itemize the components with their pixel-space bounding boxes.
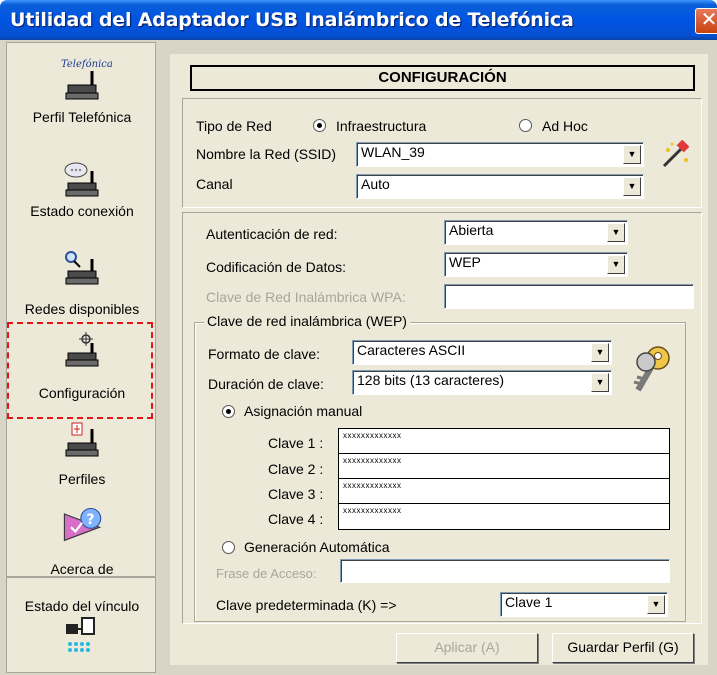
wep-group-label: Clave de red inalámbrica (WEP) — [204, 313, 410, 329]
svg-text:?: ? — [86, 512, 94, 528]
manual-assignment-radio[interactable] — [222, 405, 235, 418]
sidebar-item-label: Redes disponibles — [24, 301, 140, 317]
chevron-down-icon: ▼ — [591, 343, 609, 362]
link-status-label: Estado del vínculo — [24, 598, 140, 614]
adhoc-radio[interactable] — [519, 119, 532, 132]
channel-select[interactable]: Auto ▼ — [356, 174, 644, 199]
auto-generation-label: Generación Automática — [244, 539, 390, 555]
chevron-down-icon: ▼ — [607, 255, 625, 274]
sidebar-item-perfiles[interactable]: Perfiles — [7, 421, 157, 487]
about-icon: ? — [63, 507, 102, 542]
auth-label: Autenticación de red: — [206, 226, 338, 242]
sidebar-item-estado-conexion[interactable]: Estado conexión — [7, 161, 157, 219]
ssid-value: WLAN_39 — [361, 144, 425, 160]
sidebar-item-label: Estado conexión — [30, 203, 134, 219]
keys-icon — [633, 346, 670, 392]
page-title: CONFIGURACIÓN — [190, 65, 695, 91]
save-profile-button[interactable]: Guardar Perfil (G) — [552, 633, 694, 663]
chevron-down-icon: ▼ — [623, 177, 641, 196]
channel-value: Auto — [361, 176, 390, 192]
wpa-key-label: Clave de Red Inalámbrica WPA: — [206, 289, 406, 305]
highlight-box — [7, 322, 153, 419]
key-format-select[interactable]: Caracteres ASCII ▼ — [352, 340, 612, 365]
passphrase-label: Frase de Acceso: — [216, 566, 317, 581]
infraestructura-label: Infraestructura — [336, 118, 427, 134]
key-format-value: Caracteres ASCII — [357, 342, 466, 358]
key-4-input[interactable]: xxxxxxxxxxxxx — [338, 503, 670, 530]
channel-label: Canal — [196, 176, 233, 192]
key-duration-select[interactable]: 128 bits (13 caracteres) ▼ — [352, 370, 612, 395]
wizard-icon[interactable] — [660, 140, 692, 170]
network-type-label: Tipo de Red — [196, 118, 272, 134]
apply-button[interactable]: Aplicar (A) — [396, 633, 538, 663]
sidebar-item-perfil-telefonica[interactable]: Telefónica Perfil Telefónica — [7, 59, 157, 125]
router-search-icon — [65, 251, 99, 285]
key-4-label: Clave 4 : — [268, 511, 324, 527]
link-status: Estado del vínculo — [7, 598, 157, 656]
wpa-key-input[interactable] — [444, 284, 694, 309]
key-duration-value: 128 bits (13 caracteres) — [357, 372, 505, 388]
close-icon: ✕ — [700, 9, 717, 31]
encoding-select[interactable]: WEP ▼ — [444, 252, 628, 277]
chevron-down-icon: ▼ — [623, 145, 641, 164]
close-button[interactable]: ✕ — [695, 8, 717, 34]
sidebar-item-label: Perfil Telefónica — [32, 109, 132, 125]
router-speech-icon — [64, 162, 99, 197]
router-profiles-icon — [65, 422, 99, 457]
ssid-select[interactable]: WLAN_39 ▼ — [356, 142, 644, 167]
default-key-value: Clave 1 — [505, 594, 553, 610]
sidebar-item-label: Perfiles — [58, 471, 106, 487]
sidebar-item-redes-disponibles[interactable]: Redes disponibles — [7, 249, 157, 317]
router-icon — [65, 71, 99, 100]
encoding-value: WEP — [449, 254, 481, 270]
telefonica-logo: Telefónica — [61, 59, 113, 70]
key-duration-label: Duración de clave: — [208, 376, 324, 392]
adhoc-label: Ad Hoc — [542, 118, 588, 134]
infraestructura-radio[interactable] — [313, 119, 326, 132]
key-format-label: Formato de clave: — [208, 346, 321, 362]
auto-generation-radio[interactable] — [222, 541, 235, 554]
chevron-down-icon: ▼ — [647, 595, 665, 614]
auth-value: Abierta — [449, 222, 494, 238]
passphrase-input[interactable] — [340, 559, 670, 583]
key-3-input[interactable]: xxxxxxxxxxxxx — [338, 478, 670, 504]
link-status-icon — [66, 617, 95, 652]
chevron-down-icon: ▼ — [607, 223, 625, 242]
sidebar-divider — [7, 576, 155, 578]
manual-assignment-label: Asignación manual — [244, 403, 363, 419]
ssid-label: Nombre la Red (SSID) — [196, 146, 337, 162]
key-2-input[interactable]: xxxxxxxxxxxxx — [338, 453, 670, 479]
key-1-label: Clave 1 : — [268, 435, 324, 451]
key-2-label: Clave 2 : — [268, 461, 324, 477]
default-key-label: Clave predeterminada (K) => — [216, 597, 397, 613]
chevron-down-icon: ▼ — [591, 373, 609, 392]
key-1-input[interactable]: xxxxxxxxxxxxx — [338, 428, 670, 454]
auth-select[interactable]: Abierta ▼ — [444, 220, 628, 245]
key-3-label: Clave 3 : — [268, 486, 324, 502]
window-title: Utilidad del Adaptador USB Inalámbrico d… — [10, 9, 574, 31]
default-key-select[interactable]: Clave 1 ▼ — [500, 592, 668, 617]
title-bar: Utilidad del Adaptador USB Inalámbrico d… — [0, 0, 717, 40]
sidebar-item-label: Acerca de — [50, 561, 114, 577]
encoding-label: Codificación de Datos: — [206, 259, 347, 275]
sidebar-item-acerca-de[interactable]: ? Acerca de — [7, 503, 157, 577]
